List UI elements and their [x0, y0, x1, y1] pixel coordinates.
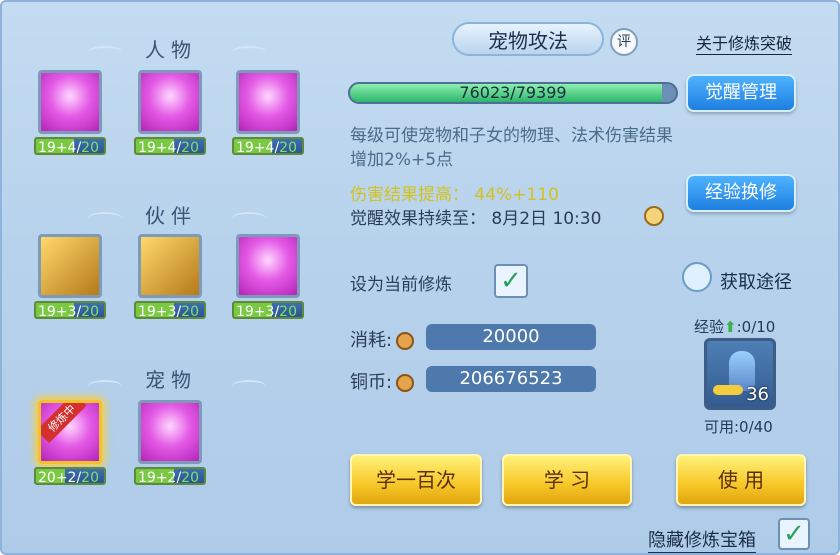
rate-icon[interactable]: 评	[610, 28, 638, 56]
character-slot-1[interactable]: 19+4/20	[34, 70, 106, 155]
exp-exchange-button[interactable]: 经验换修	[686, 174, 796, 212]
use-button[interactable]: 使 用	[676, 454, 806, 506]
section-title-partner: 伙伴	[145, 204, 197, 228]
pet-attack-icon: 修炼中	[38, 400, 102, 464]
about-breakthrough-link[interactable]: 关于修炼突破	[695, 30, 792, 55]
level-indicator: 19+4/20	[134, 137, 206, 155]
level-indicator: 19+3/20	[134, 301, 206, 319]
damage-label: 伤害结果提高：	[350, 185, 469, 205]
hide-chest-checkbox[interactable]: ✓	[778, 518, 810, 550]
copper-label: 铜币:	[350, 372, 393, 393]
pet-defense-icon	[138, 400, 202, 464]
awaken-duration: 觉醒效果持续至： 8月2日 10:30	[350, 204, 601, 229]
get-path-link[interactable]: 获取途径	[720, 268, 792, 294]
learn-button[interactable]: 学 习	[502, 454, 632, 506]
available-label: 可用:0/40	[704, 418, 773, 436]
exp-counter: 经验⬆:0/10	[694, 316, 775, 337]
beast-hand-icon	[236, 234, 300, 298]
item-count: 36	[746, 384, 769, 405]
book-icon[interactable]	[682, 262, 712, 292]
section-title-character: 人物	[145, 38, 197, 62]
consume-value: 20000	[426, 324, 596, 350]
level-indicator: 19+4/20	[232, 137, 304, 155]
level-indicator: 19+4/20	[34, 137, 106, 155]
level-indicator: 19+3/20	[34, 301, 106, 319]
armor-icon	[38, 70, 102, 134]
exp-progress-bar: 76023/79399	[348, 82, 678, 104]
learn-hundred-button[interactable]: 学一百次	[350, 454, 482, 506]
character-slot-2[interactable]: 19+4/20	[134, 70, 206, 155]
training-category-panel: 人物 19+4/20 19+4/20 19+4/20 伙伴 19+3/20 19…	[16, 12, 326, 502]
copper-value: 206676523	[426, 366, 596, 392]
armor-icon	[236, 70, 300, 134]
decor-swirl-icon	[232, 46, 266, 58]
character-slot-3[interactable]: 19+4/20	[232, 70, 304, 155]
consume-row: 消耗:	[350, 326, 415, 352]
duration-value: 8月2日 10:30	[491, 209, 602, 229]
consume-label: 消耗:	[350, 330, 393, 351]
training-detail-panel: 宠物攻法 评 关于修炼突破 76023/79399 觉醒管理 每级可使宠物和子女…	[342, 12, 832, 553]
training-badge: 修炼中	[41, 403, 87, 444]
beast-weapon-icon	[38, 234, 102, 298]
exp-label: 经验	[694, 318, 725, 336]
copper-row: 铜币:	[350, 368, 415, 394]
damage-value: 44%+110	[474, 185, 559, 205]
hide-chest-label[interactable]: 隐藏修炼宝箱	[648, 526, 756, 553]
beast-shield-icon	[138, 234, 202, 298]
level-indicator: 19+3/20	[232, 301, 304, 319]
coin-icon	[396, 332, 415, 350]
exp-progress-text: 76023/79399	[459, 83, 567, 102]
partner-slot-1[interactable]: 19+3/20	[34, 234, 106, 319]
duration-label: 觉醒效果持续至：	[350, 209, 486, 229]
training-window: 人物 19+4/20 19+4/20 19+4/20 伙伴 19+3/20 19…	[0, 0, 840, 555]
decor-swirl-icon	[232, 212, 266, 224]
level-indicator: 19+2/20	[134, 467, 206, 485]
damage-increase: 伤害结果提高： 44%+110	[350, 180, 559, 205]
set-current-label: 设为当前修炼	[350, 275, 452, 295]
awaken-manage-button[interactable]: 觉醒管理	[686, 74, 796, 112]
pet-slot-2[interactable]: 19+2/20	[134, 400, 206, 485]
armor-icon	[138, 70, 202, 134]
partner-slot-2[interactable]: 19+3/20	[134, 234, 206, 319]
pet-slot-1[interactable]: 修炼中 20+2/20	[34, 400, 106, 485]
exp-item-slot[interactable]: 36	[704, 338, 776, 410]
decor-swirl-icon	[232, 380, 266, 392]
clock-icon	[644, 206, 664, 226]
set-current-checkbox[interactable]: ✓	[494, 264, 528, 298]
training-title: 宠物攻法	[452, 22, 604, 56]
exp-value: :0/10	[736, 318, 776, 336]
coin-icon	[396, 374, 415, 392]
gold-coins-icon	[713, 385, 743, 395]
arrow-up-icon: ⬆	[724, 318, 737, 336]
partner-slot-3[interactable]: 19+3/20	[232, 234, 304, 319]
training-description: 每级可使宠物和子女的物理、法术伤害结果增加2%+5点	[350, 126, 673, 170]
level-indicator: 20+2/20	[34, 467, 106, 485]
section-title-pet: 宠物	[145, 368, 197, 392]
